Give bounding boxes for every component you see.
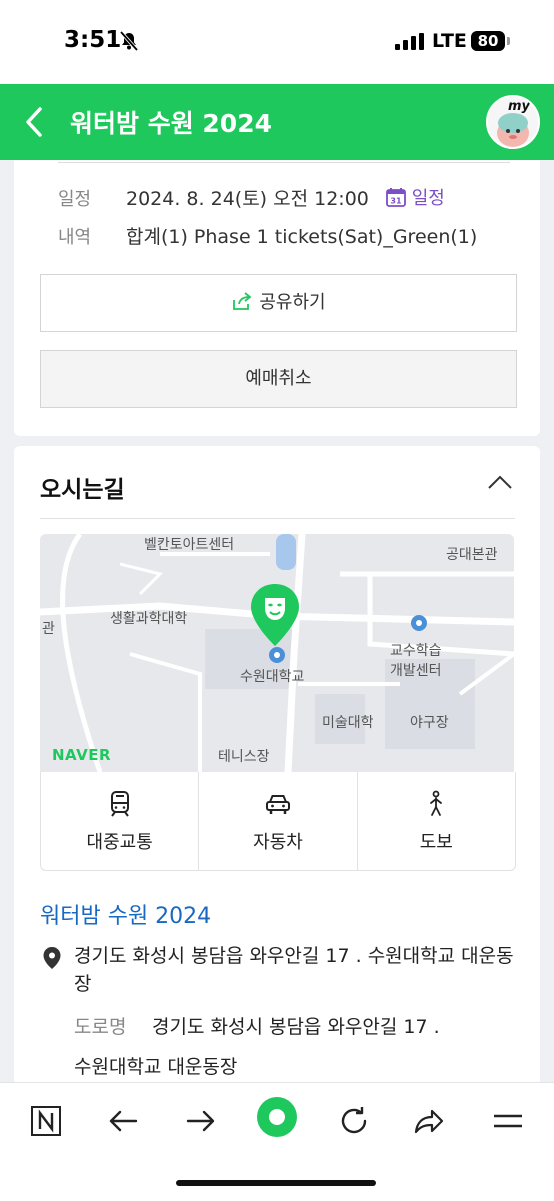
card-divider <box>58 162 510 163</box>
page-title: 워터밤 수원 2024 <box>70 109 272 138</box>
map-label-university: 수원대학교 <box>240 669 305 685</box>
map-label-life-science: 생활과학대학 <box>110 611 188 627</box>
directions-title: 오시는길 <box>40 477 125 503</box>
transport-walk-label: 도보 <box>419 832 453 853</box>
map-label-partial: 관 <box>42 621 55 637</box>
location-map[interactable]: 벨칸토아트센터 공대본관 생활과학대학 관 교수학습 개발센터 수원대학교 미술… <box>40 534 514 772</box>
add-to-calendar-link[interactable]: 31 일정 <box>386 184 445 210</box>
status-time: 3:51 <box>64 27 122 53</box>
map-poi-icon <box>411 615 427 631</box>
naver-home-icon[interactable] <box>24 1099 68 1143</box>
map-label-tennis: 테니스장 <box>218 749 270 765</box>
directions-card: 오시는길 벨칸토아트센터 공대본관 생활과학대학 관 교수학습 개발센터 수원대… <box>14 446 540 1106</box>
date-label: 일정 <box>58 189 92 210</box>
road-address-label: 도로명 <box>74 1016 127 1038</box>
map-label-teaching: 교수학습 <box>390 643 442 659</box>
battery-icon: 80 <box>471 31 505 51</box>
detail-value: 합계(1) Phase 1 tickets(Sat)_Green(1) <box>126 226 478 248</box>
map-label-arts-center: 벨칸토아트센터 <box>144 537 235 553</box>
transport-public-button[interactable]: 대중교통 <box>41 772 200 870</box>
cancel-booking-button[interactable]: 예매취소 <box>40 350 517 408</box>
avatar-my-label: my <box>508 99 531 114</box>
date-value: 2024. 8. 24(토) 오전 12:00 <box>126 188 369 210</box>
map-label-dev-center: 개발센터 <box>390 663 442 679</box>
road-address-line1: 경기도 화성시 봉담읍 와우안길 17 . <box>152 1016 440 1038</box>
transport-car-label: 자동차 <box>253 832 303 853</box>
network-label: LTE <box>432 30 467 52</box>
map-label-engineering: 공대본관 <box>446 547 498 563</box>
transport-walk-button[interactable]: 도보 <box>358 772 515 870</box>
back-icon[interactable] <box>102 1099 146 1143</box>
svg-text:31: 31 <box>390 197 402 206</box>
battery-tip <box>507 37 510 45</box>
share-button-label: 공유하기 <box>259 292 326 313</box>
road-address-line2: 수원대학교 대운동장 <box>74 1056 238 1078</box>
naver-map-logo: NAVER <box>52 746 112 764</box>
cancel-button-label: 예매취소 <box>245 368 312 389</box>
share-arrow-icon[interactable] <box>408 1099 452 1143</box>
calendar-link-label: 일정 <box>411 188 445 209</box>
venue-address: 경기도 화성시 봉담읍 와우안길 17 . 수원대학교 대운동장 <box>74 945 514 995</box>
forward-icon[interactable] <box>178 1099 222 1143</box>
calendar-icon: 31 <box>386 188 406 207</box>
transport-car-button[interactable]: 자동차 <box>199 772 358 870</box>
car-icon <box>265 795 290 814</box>
status-bar: 3:51 LTE 80 <box>0 0 554 84</box>
transport-options: 대중교통 자동차 도보 <box>40 772 516 871</box>
my-profile-avatar[interactable]: my <box>486 95 540 149</box>
detail-label: 내역 <box>58 227 92 248</box>
green-dot-icon[interactable] <box>255 1095 299 1139</box>
transport-public-label: 대중교통 <box>86 832 153 853</box>
section-divider <box>40 518 515 519</box>
app-header: 워터밤 수원 2024 <box>0 84 554 160</box>
share-button[interactable]: 공유하기 <box>40 274 517 332</box>
menu-icon[interactable] <box>486 1099 530 1143</box>
home-indicator <box>176 1180 376 1186</box>
map-label-art-college: 미술대학 <box>322 715 374 731</box>
share-icon <box>233 292 252 310</box>
back-arrow-icon[interactable] <box>20 104 50 140</box>
walk-icon <box>430 790 443 816</box>
venue-name-link[interactable]: 워터밤 수원 2024 <box>40 898 211 930</box>
bus-icon <box>110 791 129 817</box>
map-marker-icon <box>251 584 299 646</box>
booking-card: 일정 2024. 8. 24(토) 오전 12:00 31 일정 내역 합계(1… <box>14 160 540 436</box>
signal-icon <box>395 33 424 50</box>
location-pin-icon <box>43 947 61 969</box>
map-label-ballpark: 야구장 <box>410 715 449 731</box>
refresh-icon[interactable] <box>332 1099 376 1143</box>
map-poi-icon <box>269 647 285 663</box>
bell-muted-icon <box>119 31 139 51</box>
chevron-up-icon[interactable] <box>486 472 514 492</box>
